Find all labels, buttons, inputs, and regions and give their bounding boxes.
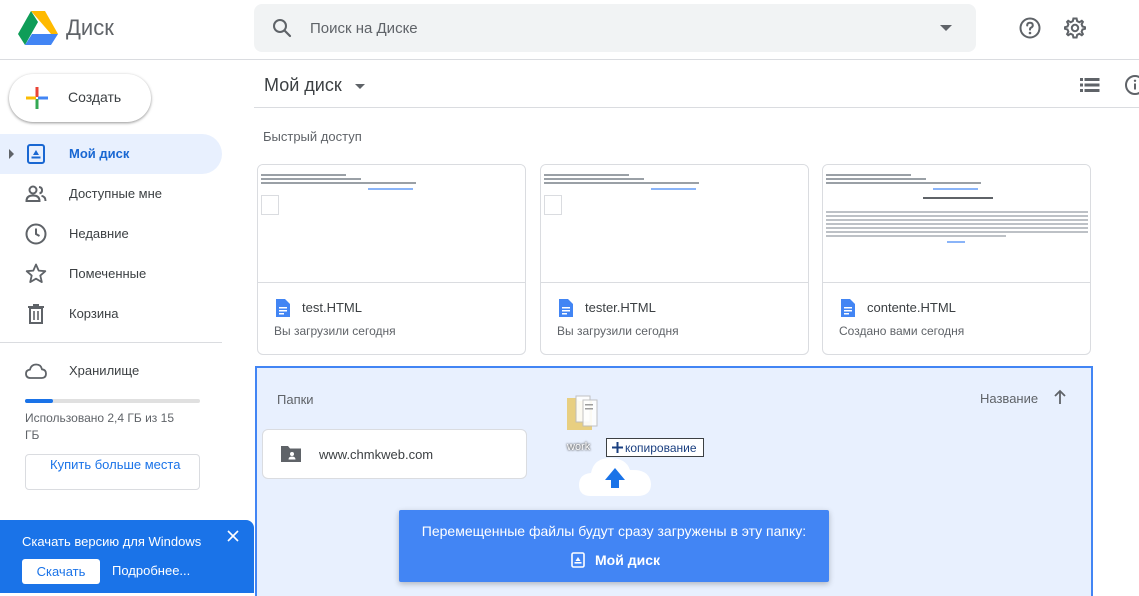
file-meta: Вы загрузили сегодня	[557, 324, 679, 338]
storage-usage-text: Использовано 2,4 ГБ из 15 ГБ	[25, 411, 174, 442]
search-icon[interactable]	[270, 16, 294, 40]
page-title[interactable]: Мой диск	[264, 75, 342, 96]
download-banner: Скачать версию для Windows Скачать Подро…	[0, 520, 254, 593]
buy-storage-button[interactable]: Купить больше места	[25, 454, 200, 490]
download-banner-title: Скачать версию для Windows	[22, 534, 202, 549]
plus-icon	[26, 87, 48, 109]
search-input[interactable]	[310, 4, 910, 52]
sidebar-item-label: Корзина	[69, 306, 119, 321]
sidebar: Создать Мой диск Доступные мне Недавние …	[0, 61, 240, 593]
drive-logo-icon[interactable]	[18, 10, 58, 46]
file-meta: Вы загрузили сегодня	[274, 324, 396, 338]
file-card[interactable]: contente.HTML Создано вами сегодня	[822, 164, 1091, 355]
search-bar[interactable]	[254, 4, 976, 52]
close-icon[interactable]	[226, 529, 240, 543]
title-dropdown-icon[interactable]	[355, 84, 365, 89]
storage-usage-bar	[25, 399, 200, 403]
people-icon	[25, 185, 47, 202]
storage-usage-fill	[25, 399, 53, 403]
sidebar-item-storage[interactable]: Хранилище	[0, 351, 222, 391]
expand-arrow-icon[interactable]	[9, 149, 14, 159]
download-button[interactable]: Скачать	[22, 559, 100, 584]
sort-by-name-button[interactable]: Название	[980, 391, 1038, 406]
upload-cloud-icon	[579, 458, 651, 496]
folder-name: www.chmkweb.com	[319, 447, 434, 462]
top-bar: Диск	[0, 0, 1139, 60]
main-header: Мой диск	[254, 61, 1139, 108]
app-name[interactable]: Диск	[66, 15, 114, 41]
file-card[interactable]: tester.HTML Вы загрузили сегодня	[540, 164, 809, 355]
folder-item[interactable]: www.chmkweb.com	[262, 429, 527, 479]
list-view-icon[interactable]	[1080, 77, 1100, 93]
cloud-icon	[25, 363, 47, 379]
buy-storage-label: Купить больше места	[50, 457, 181, 472]
search-options-icon[interactable]	[938, 20, 954, 36]
sidebar-divider	[0, 342, 222, 343]
sidebar-item-label: Недавние	[69, 226, 129, 241]
create-button[interactable]: Создать	[9, 74, 151, 122]
my-drive-icon	[27, 144, 45, 164]
file-meta: Создано вами сегодня	[839, 324, 965, 338]
file-thumbnail	[541, 165, 808, 283]
file-name: contente.HTML	[867, 300, 956, 315]
toast-target-folder: Мой диск	[595, 552, 660, 568]
download-button-label: Скачать	[36, 564, 86, 579]
sidebar-item-label: Мой диск	[69, 146, 130, 161]
learn-more-link[interactable]: Подробнее...	[112, 563, 190, 578]
sidebar-item-my-drive[interactable]: Мой диск	[0, 134, 222, 174]
drop-zone[interactable]: Папки Название www.chmkweb.com work копи…	[255, 366, 1093, 596]
trash-icon	[28, 304, 44, 324]
sidebar-item-recent[interactable]: Недавние	[0, 214, 222, 254]
upload-toast: Перемещенные файлы будут сразу загружены…	[399, 510, 829, 582]
sort-ascending-icon[interactable]	[1052, 388, 1068, 406]
folders-section-title: Папки	[277, 392, 314, 407]
star-icon	[25, 263, 47, 284]
info-icon[interactable]	[1124, 74, 1139, 96]
quick-access-title: Быстрый доступ	[263, 129, 362, 144]
toast-message: Перемещенные файлы будут сразу загружены…	[421, 523, 807, 539]
sidebar-item-starred[interactable]: Помеченные	[0, 254, 222, 294]
sidebar-item-label: Доступные мне	[69, 186, 163, 201]
dragged-files-icon	[567, 395, 598, 430]
gear-icon[interactable]	[1063, 16, 1087, 40]
file-thumbnail	[823, 165, 1090, 283]
clock-icon	[25, 223, 47, 245]
sidebar-item-shared[interactable]: Доступные мне	[0, 174, 222, 214]
file-name: tester.HTML	[585, 300, 656, 315]
sidebar-item-label: Помеченные	[69, 266, 147, 281]
document-icon	[841, 299, 855, 317]
file-thumbnail	[258, 165, 525, 283]
file-name: test.HTML	[302, 300, 362, 315]
document-icon	[276, 299, 290, 317]
main-content: Мой диск Быстрый доступ test.HTML Вы заг…	[254, 61, 1139, 596]
file-card[interactable]: test.HTML Вы загрузили сегодня	[257, 164, 526, 355]
shared-folder-icon	[281, 446, 301, 462]
sidebar-item-trash[interactable]: Корзина	[0, 294, 222, 334]
my-drive-icon	[571, 552, 585, 568]
create-label: Создать	[68, 89, 122, 105]
help-icon[interactable]	[1018, 16, 1042, 40]
sidebar-item-label: Хранилище	[69, 363, 140, 378]
document-icon	[559, 299, 573, 317]
